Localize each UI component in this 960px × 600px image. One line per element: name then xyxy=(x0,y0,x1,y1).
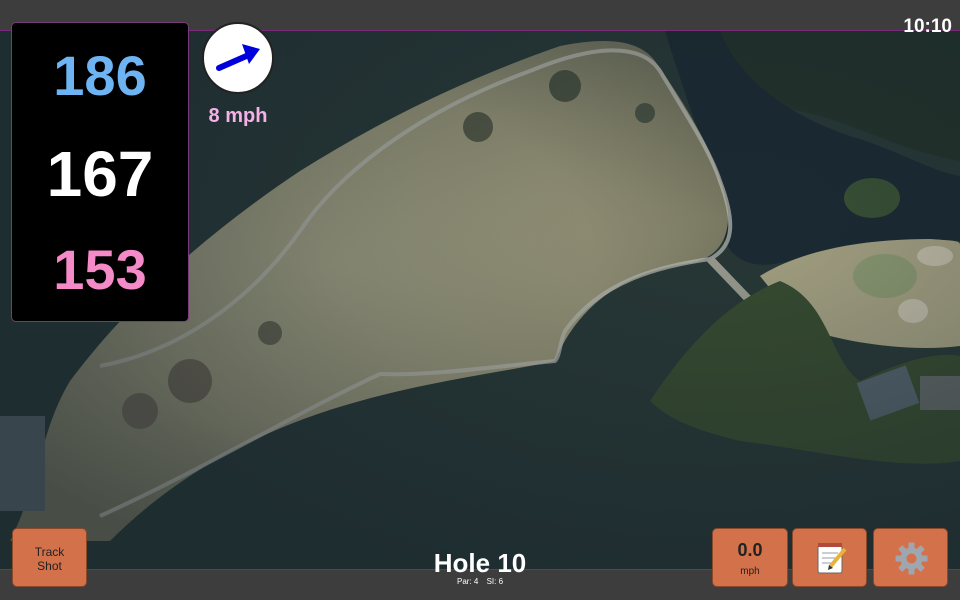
speed-button[interactable]: 0.0 mph xyxy=(712,528,788,587)
yardage-front: 153 xyxy=(53,238,147,301)
wind-speed: 8 mph xyxy=(208,105,268,127)
notes-button[interactable] xyxy=(792,528,867,587)
clock: 10:10 xyxy=(903,16,952,37)
track-shot-label: Track Shot xyxy=(34,545,65,573)
yardage-panel: 186 167 153 xyxy=(11,22,189,322)
hole-title: Hole 10 xyxy=(433,548,527,578)
speed-value: 0.0 xyxy=(737,540,763,560)
hole-stroke-index: SI: 6 xyxy=(486,577,504,586)
wind-arrow-icon xyxy=(216,44,260,71)
yardage-middle: 167 xyxy=(46,138,154,210)
speed-unit: mph xyxy=(740,566,760,577)
wind-indicator xyxy=(202,22,274,94)
yardage-back: 186 xyxy=(53,44,147,107)
notepad-icon xyxy=(817,543,847,574)
track-shot-button[interactable]: Track Shot xyxy=(12,528,87,587)
settings-button[interactable] xyxy=(873,528,948,587)
hole-info: Par: 4 SI: 6 xyxy=(380,577,580,586)
gear-icon xyxy=(895,542,928,575)
hole-par: Par: 4 xyxy=(456,577,479,586)
